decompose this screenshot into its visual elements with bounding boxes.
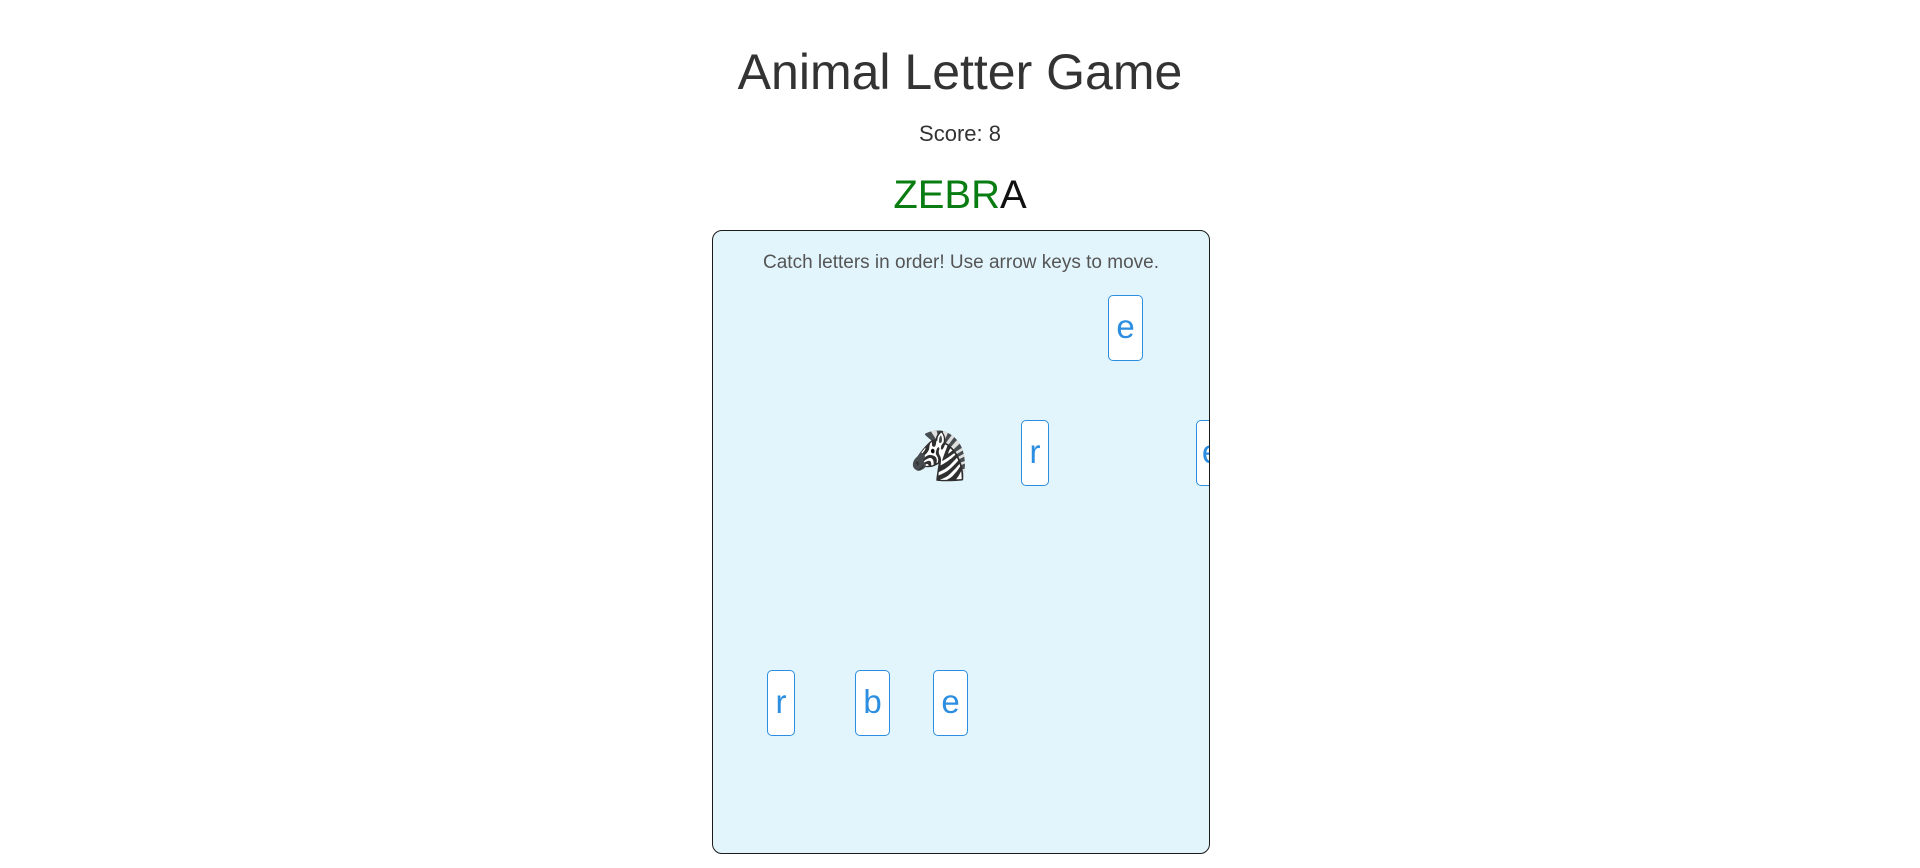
instructions-text: Catch letters in order! Use arrow keys t… bbox=[763, 252, 1159, 273]
score-display: Score: 8 bbox=[919, 121, 1001, 146]
falling-letter-tile[interactable]: r bbox=[767, 670, 795, 736]
falling-letter-tile[interactable]: r bbox=[1021, 420, 1049, 486]
caught-letters: ZEBR bbox=[893, 173, 1000, 217]
zebra-icon[interactable]: 🦓 bbox=[909, 429, 969, 485]
game-board[interactable]: Catch letters in order! Use arrow keys t… bbox=[712, 230, 1210, 854]
page-title: Animal Letter Game bbox=[737, 44, 1183, 100]
target-word: ZEBRA bbox=[0, 170, 1920, 220]
falling-letter-tile[interactable]: e bbox=[1196, 420, 1209, 486]
remaining-letters: A bbox=[1000, 173, 1027, 217]
falling-letter-tile[interactable]: e bbox=[933, 670, 968, 736]
falling-letter-tile[interactable]: e bbox=[1108, 295, 1143, 361]
game-page: Animal Letter Game Score: 8 ZEBRA Catch … bbox=[0, 0, 1920, 868]
falling-letter-tile[interactable]: b bbox=[855, 670, 890, 736]
